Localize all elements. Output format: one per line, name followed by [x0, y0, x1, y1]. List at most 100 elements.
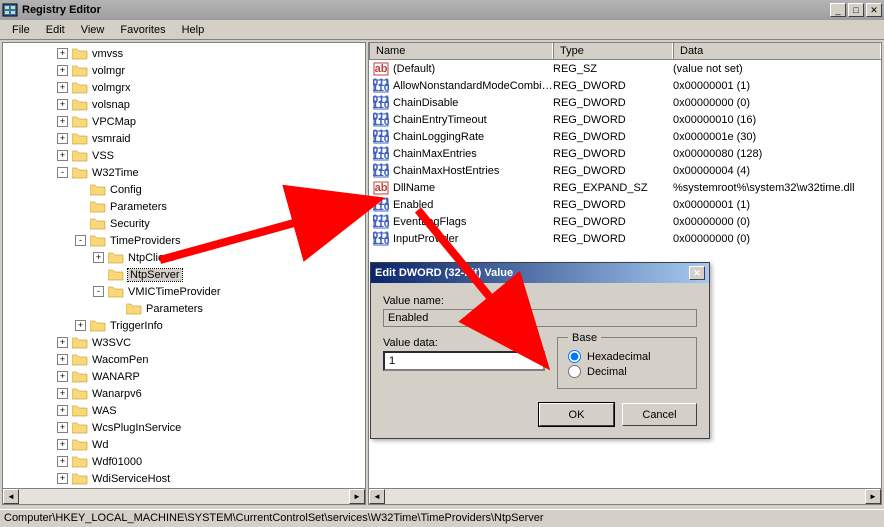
tree-item[interactable]: +Wanarpv6 [3, 385, 365, 402]
value-data: 0x00000000 (0) [673, 97, 881, 109]
radio-hex[interactable]: Hexadecimal [568, 350, 686, 363]
expand-icon[interactable]: + [57, 422, 68, 433]
expand-icon[interactable]: + [57, 371, 68, 382]
scroll-left-icon[interactable]: ◄ [369, 489, 385, 504]
tree-item[interactable]: +W3SVC [3, 334, 365, 351]
cancel-button[interactable]: Cancel [622, 403, 697, 426]
tree-item[interactable]: +WcsPlugInService [3, 419, 365, 436]
tree-item[interactable]: Config [3, 181, 365, 198]
list-hscroll[interactable]: ◄ ► [369, 488, 881, 504]
expand-icon[interactable]: + [57, 354, 68, 365]
tree-item[interactable]: +Wdf01000 [3, 453, 365, 470]
list-row[interactable]: 011110EnabledREG_DWORD0x00000001 (1) [369, 196, 881, 213]
value-name: InputProvider [393, 233, 553, 245]
expand-icon[interactable]: + [57, 133, 68, 144]
list-row[interactable]: abDllNameREG_EXPAND_SZ%systemroot%\syste… [369, 179, 881, 196]
dialog-titlebar[interactable]: Edit DWORD (32-bit) Value ✕ [371, 263, 709, 283]
expand-icon[interactable]: + [57, 99, 68, 110]
tree-panel[interactable]: +vmvss+volmgr+volmgrx+volsnap+VPCMap+vsm… [2, 42, 366, 505]
tree-item[interactable]: Parameters [3, 198, 365, 215]
minimize-button[interactable]: _ [830, 3, 846, 17]
tree-item-label: VMICTimeProvider [128, 286, 221, 298]
value-name: DllName [393, 182, 553, 194]
tree-item[interactable]: +Wd [3, 436, 365, 453]
expand-icon[interactable]: + [75, 320, 86, 331]
folder-icon [90, 319, 106, 332]
tree-item[interactable]: +volmgr [3, 62, 365, 79]
tree-item[interactable]: - VMICTimeProvider [3, 283, 365, 300]
menu-edit[interactable]: Edit [38, 22, 73, 38]
menu-favorites[interactable]: Favorites [112, 22, 173, 38]
svg-text:110: 110 [373, 116, 389, 128]
expand-icon[interactable]: + [57, 65, 68, 76]
list-row[interactable]: 011110EventLogFlagsREG_DWORD0x00000000 (… [369, 213, 881, 230]
expand-icon[interactable]: + [57, 473, 68, 484]
expand-icon[interactable]: + [57, 405, 68, 416]
list-row[interactable]: 011110AllowNonstandardModeCombin...REG_D… [369, 77, 881, 94]
tree-item[interactable]: +vmvss [3, 45, 365, 62]
col-name[interactable]: Name [369, 43, 553, 59]
string-value-icon: ab [373, 180, 389, 196]
tree-item[interactable]: +volmgrx [3, 79, 365, 96]
menu-help[interactable]: Help [174, 22, 213, 38]
list-row[interactable]: 011110InputProviderREG_DWORD0x00000000 (… [369, 230, 881, 247]
tree-item[interactable]: + WANARP [3, 368, 365, 385]
col-data[interactable]: Data [673, 43, 881, 59]
collapse-icon[interactable]: - [93, 286, 104, 297]
tree-item[interactable]: +Wecsvc [3, 504, 365, 505]
tree-item[interactable]: Parameters [3, 300, 365, 317]
tree-item[interactable]: Security [3, 215, 365, 232]
close-button[interactable]: ✕ [866, 3, 882, 17]
tree-item[interactable]: +TriggerInfo [3, 317, 365, 334]
valuedata-field[interactable] [383, 351, 545, 371]
collapse-icon[interactable]: - [57, 167, 68, 178]
list-row[interactable]: 011110ChainEntryTimeoutREG_DWORD0x000000… [369, 111, 881, 128]
maximize-button[interactable]: □ [848, 3, 864, 17]
window-title: Registry Editor [22, 4, 830, 16]
tree-item-label: WANARP [92, 371, 140, 383]
tree-item[interactable]: -W32Time [3, 164, 365, 181]
list-row[interactable]: 011110ChainDisableREG_DWORD0x00000000 (0… [369, 94, 881, 111]
collapse-icon[interactable]: - [75, 235, 86, 246]
tree-item[interactable]: +WacomPen [3, 351, 365, 368]
tree-item[interactable]: +VSS [3, 147, 365, 164]
folder-icon [108, 285, 124, 298]
expand-icon[interactable]: + [57, 337, 68, 348]
expand-icon[interactable]: + [57, 439, 68, 450]
tree-item[interactable]: NtpServer [3, 266, 365, 283]
expand-icon[interactable]: + [57, 150, 68, 161]
folder-icon [72, 353, 88, 366]
tree-item[interactable]: +NtpClient [3, 249, 365, 266]
binary-value-icon: 011110 [373, 214, 389, 230]
tree-hscroll[interactable]: ◄ ► [3, 488, 365, 504]
scroll-left-icon[interactable]: ◄ [3, 489, 19, 504]
value-type: REG_DWORD [553, 165, 673, 177]
scroll-right-icon[interactable]: ► [349, 489, 365, 504]
tree-item[interactable]: -TimeProviders [3, 232, 365, 249]
expand-icon[interactable]: + [57, 82, 68, 93]
folder-icon [72, 455, 88, 468]
list-row[interactable]: 011110ChainMaxEntriesREG_DWORD0x00000080… [369, 145, 881, 162]
tree-item[interactable]: +WAS [3, 402, 365, 419]
tree-item[interactable]: +VPCMap [3, 113, 365, 130]
list-row[interactable]: 011110ChainMaxHostEntriesREG_DWORD0x0000… [369, 162, 881, 179]
ok-button[interactable]: OK [539, 403, 614, 426]
expand-icon[interactable]: + [57, 388, 68, 399]
radio-dec[interactable]: Decimal [568, 365, 686, 378]
expand-icon[interactable]: + [57, 48, 68, 59]
scroll-right-icon[interactable]: ► [865, 489, 881, 504]
list-row[interactable]: 011110ChainLoggingRateREG_DWORD0x0000001… [369, 128, 881, 145]
folder-icon [90, 217, 106, 230]
expand-icon[interactable]: + [57, 116, 68, 127]
menu-file[interactable]: File [4, 22, 38, 38]
col-type[interactable]: Type [553, 43, 673, 59]
dialog-close-button[interactable]: ✕ [689, 266, 705, 280]
expand-icon[interactable]: + [57, 456, 68, 467]
tree-item[interactable]: +WdiServiceHost [3, 470, 365, 487]
list-row[interactable]: ab(Default)REG_SZ(value not set) [369, 60, 881, 77]
tree-item[interactable]: +vsmraid [3, 130, 365, 147]
value-type: REG_DWORD [553, 131, 673, 143]
expand-icon[interactable]: + [93, 252, 104, 263]
tree-item[interactable]: +volsnap [3, 96, 365, 113]
menu-view[interactable]: View [73, 22, 113, 38]
